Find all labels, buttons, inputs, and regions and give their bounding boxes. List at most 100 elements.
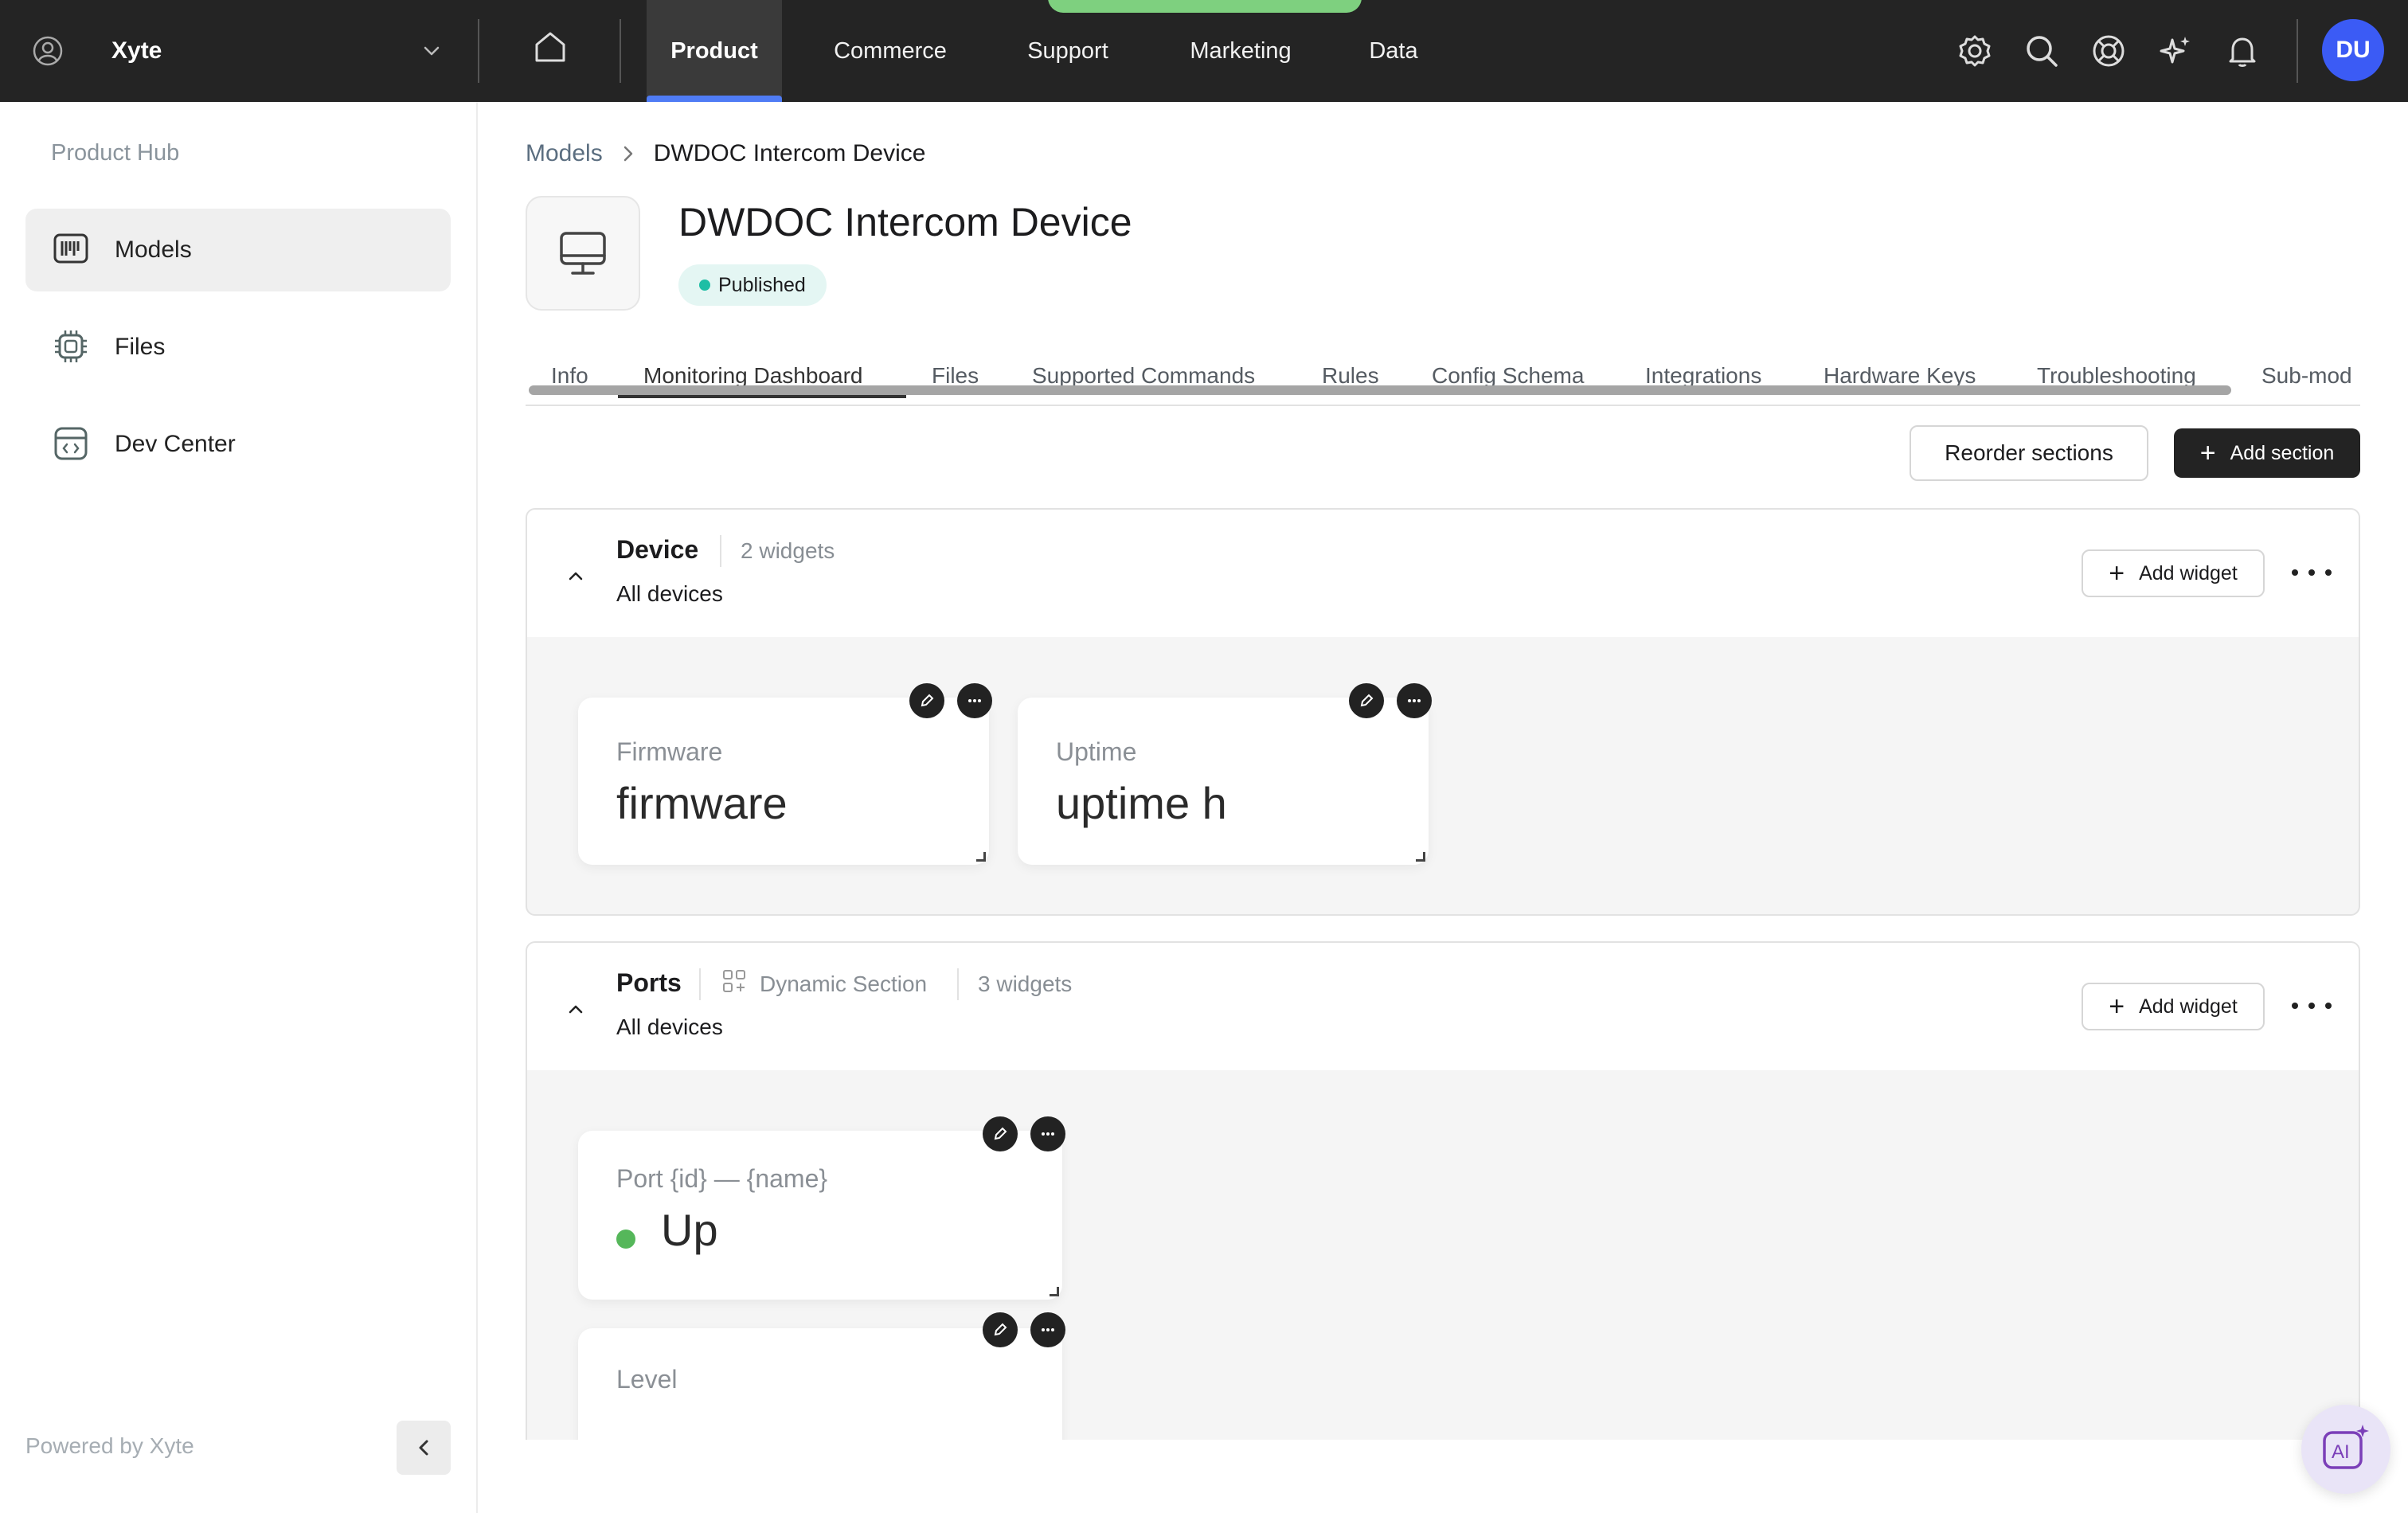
plus-icon: + <box>2109 991 2125 1022</box>
page-title: DWDOC Intercom Device <box>678 200 1132 244</box>
resize-handle[interactable] <box>1416 852 1425 862</box>
nav-product[interactable]: Product <box>647 0 782 102</box>
add-widget-button[interactable]: + Add widget <box>2082 549 2265 597</box>
sidebar-item-files[interactable]: Files <box>25 306 451 389</box>
chip-icon <box>55 330 87 362</box>
barcode-icon <box>53 233 88 264</box>
status-dot <box>616 1230 635 1249</box>
code-window-icon <box>54 427 88 460</box>
tabs-scrollbar[interactable] <box>529 385 2231 395</box>
sidebar-item-label: Files <box>115 334 166 360</box>
settings-gear-icon[interactable] <box>1956 32 1994 70</box>
collapse-sidebar-button[interactable] <box>397 1421 451 1475</box>
resize-handle[interactable] <box>1050 1287 1059 1296</box>
ai-chat-icon: AI <box>2323 1425 2369 1469</box>
model-thumbnail <box>526 196 640 311</box>
user-avatar[interactable]: DU <box>2322 19 2384 81</box>
main-content: Models DWDOC Intercom Device DWDOC Inter… <box>526 102 2360 1440</box>
widget-port-status[interactable]: Port {id} — {name} Up <box>578 1131 1062 1300</box>
edit-widget-pencil-icon[interactable] <box>1349 683 1384 718</box>
add-section-button[interactable]: + Add section <box>2174 428 2360 478</box>
powered-by-footer: Powered by Xyte <box>25 1433 194 1458</box>
home-icon[interactable] <box>529 25 572 68</box>
chevron-right-icon <box>624 146 632 162</box>
chevron-up-icon[interactable] <box>564 997 588 1021</box>
add-section-label: Add section <box>2230 441 2335 464</box>
divider <box>699 968 701 1000</box>
widget-label: Firmware <box>616 737 723 766</box>
chevron-down-icon <box>424 46 440 56</box>
divider <box>478 19 479 83</box>
user-circle-icon <box>33 36 63 66</box>
status-badge: Published <box>678 264 827 306</box>
widget-more-icon[interactable] <box>957 683 992 718</box>
widget-value: firmware <box>616 778 788 828</box>
add-widget-button[interactable]: + Add widget <box>2082 983 2265 1030</box>
breadcrumb-current: DWDOC Intercom Device <box>653 140 926 166</box>
nav-support[interactable]: Support <box>1007 0 1129 102</box>
widget-more-icon[interactable] <box>1030 1116 1065 1151</box>
widget-more-icon[interactable] <box>1030 1312 1065 1347</box>
section-title: Ports <box>616 968 682 997</box>
divider <box>620 19 621 83</box>
sidebar-item-models[interactable]: Models <box>25 209 451 291</box>
top-navigation-bar: Xyte Product Commerce Support Marketing … <box>0 0 2408 102</box>
widgets-count: 3 widgets <box>978 972 1073 996</box>
svg-text:AI: AI <box>2332 1441 2350 1463</box>
section-header: Ports Dynamic Section 3 widgets All devi… <box>527 943 2359 1070</box>
sidebar: Product Hub Models Files Dev Center Powe… <box>0 102 478 1513</box>
section-more-options-icon[interactable] <box>2292 561 2332 584</box>
widget-more-icon[interactable] <box>1397 683 1432 718</box>
section-title: Device <box>616 535 699 564</box>
sidebar-item-label: Dev Center <box>115 431 236 457</box>
dynamic-grid-icon <box>723 970 745 992</box>
section-header: Device 2 widgets All devices + Add widge… <box>527 510 2359 637</box>
org-name: Xyte <box>111 37 162 64</box>
widget-label: Level <box>616 1365 678 1394</box>
tab-sub-models[interactable]: Sub-mod <box>2261 363 2352 389</box>
widget-label: Uptime <box>1056 737 1137 766</box>
chevron-up-icon[interactable] <box>564 564 588 588</box>
divider <box>720 535 721 567</box>
breadcrumb-models-link[interactable]: Models <box>526 140 603 167</box>
nav-commerce[interactable]: Commerce <box>820 0 960 102</box>
sidebar-title: Product Hub <box>51 140 180 166</box>
section-scope: All devices <box>616 1015 723 1039</box>
section-scope: All devices <box>616 581 723 606</box>
widget-uptime[interactable]: Uptime uptime h <box>1018 698 1429 865</box>
reorder-sections-button[interactable]: Reorder sections <box>1910 425 2148 481</box>
widgets-count: 2 widgets <box>741 538 835 563</box>
plus-icon: + <box>2109 557 2125 588</box>
org-switcher[interactable]: Xyte <box>32 27 446 75</box>
edit-widget-pencil-icon[interactable] <box>983 1312 1018 1347</box>
divider <box>957 968 959 1000</box>
ai-assistant-button[interactable]: AI <box>2301 1405 2390 1494</box>
ai-sparkle-icon[interactable] <box>2156 32 2195 70</box>
plus-icon: + <box>2199 437 2216 468</box>
chevron-left-icon <box>419 1440 428 1456</box>
active-tab-indicator <box>618 395 906 398</box>
notifications-bell-icon[interactable] <box>2223 32 2261 70</box>
help-lifebuoy-icon[interactable] <box>2089 32 2128 70</box>
widget-value: uptime h <box>1056 778 1227 828</box>
nav-data[interactable]: Data <box>1355 0 1432 102</box>
edit-widget-pencil-icon[interactable] <box>909 683 944 718</box>
section-more-options-icon[interactable] <box>2292 994 2332 1018</box>
edit-widget-pencil-icon[interactable] <box>983 1116 1018 1151</box>
widget-firmware[interactable]: Firmware firmware <box>578 698 989 865</box>
widget-level[interactable]: Level <box>578 1328 1062 1440</box>
add-widget-label: Add widget <box>2139 561 2238 584</box>
widget-value: Up <box>661 1205 718 1255</box>
model-tabs: Info Monitoring Dashboard Files Supporte… <box>526 355 2360 406</box>
dashboard-section-device: Device 2 widgets All devices + Add widge… <box>526 508 2360 916</box>
sidebar-item-label: Models <box>115 237 192 263</box>
nav-marketing[interactable]: Marketing <box>1175 0 1306 102</box>
add-widget-label: Add widget <box>2139 995 2238 1018</box>
search-icon[interactable] <box>2023 32 2061 70</box>
resize-handle[interactable] <box>976 852 986 862</box>
dynamic-section-tag: Dynamic Section <box>760 972 928 996</box>
sidebar-item-dev-center[interactable]: Dev Center <box>25 403 451 486</box>
breadcrumb: Models DWDOC Intercom Device <box>526 140 925 167</box>
widget-label: Port {id} — {name} <box>616 1164 828 1193</box>
dashboard-section-ports: Ports Dynamic Section 3 widgets All devi… <box>526 941 2360 1440</box>
